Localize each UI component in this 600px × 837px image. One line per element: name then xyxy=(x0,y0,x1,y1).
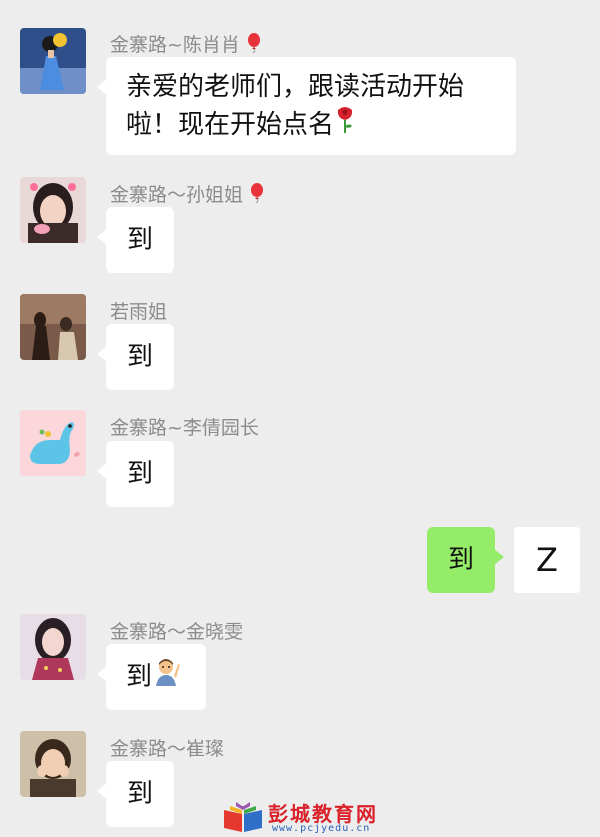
avatar-liqian[interactable] xyxy=(20,410,86,476)
message-bubble[interactable]: 到 xyxy=(97,761,174,827)
message-text-line2: 啦！现在开始点名 xyxy=(126,106,496,145)
avatar-cuican[interactable] xyxy=(20,731,86,797)
sender-name: 金寨路~陈肖肖 xyxy=(110,30,262,58)
message-bubble[interactable]: 亲爱的老师们，跟读活动开始 啦！现在开始点名 xyxy=(97,57,516,155)
message-bubble[interactable]: 到 xyxy=(97,441,174,507)
avatar-sunjiejie[interactable] xyxy=(20,177,86,243)
chat-window: 金寨路~陈肖肖 亲爱的老师们，跟读活动开始 啦！现在开始点名 金寨路～孙姐姐 到… xyxy=(0,0,600,837)
rose-icon xyxy=(334,106,356,145)
avatar-ruoyujie[interactable] xyxy=(20,294,86,360)
balloon-icon xyxy=(246,33,262,58)
sender-name: 若雨姐 xyxy=(110,301,168,323)
message-text: 到 xyxy=(126,342,153,372)
message-bubble[interactable]: 到 xyxy=(97,324,174,390)
message-text: 到 xyxy=(126,662,153,692)
sender-name: 金寨路～崔璨 xyxy=(110,738,225,760)
avatar-jinxiaowen[interactable] xyxy=(20,614,86,680)
avatar-chenxiaoxiao[interactable] xyxy=(20,28,86,94)
message-bubble-outgoing[interactable]: 到 xyxy=(427,527,504,593)
book-logo-icon xyxy=(222,800,264,837)
sender-name: 金寨路~李倩园长 xyxy=(110,417,259,439)
message-text: 到 xyxy=(126,779,153,809)
raising-hand-person-icon xyxy=(154,645,181,711)
sender-name: 金寨路～金晓雯 xyxy=(110,621,244,643)
sender-name: 金寨路～孙姐姐 xyxy=(110,180,265,208)
message-bubble[interactable]: 到 xyxy=(97,644,206,711)
site-watermark: 彭城教育网 www.pcjyedu.cn xyxy=(222,798,392,837)
message-bubble[interactable]: 到 xyxy=(97,207,174,273)
watermark-url: www.pcjyedu.cn xyxy=(272,823,371,834)
avatar-self[interactable]: Z xyxy=(514,527,580,593)
message-text: 到 xyxy=(126,459,153,489)
message-text: 到 xyxy=(447,545,474,575)
balloon-icon xyxy=(249,183,265,208)
message-text-line1: 亲爱的老师们，跟读活动开始 xyxy=(126,72,465,102)
message-text: 到 xyxy=(126,225,153,255)
avatar-letter: Z xyxy=(536,541,558,579)
